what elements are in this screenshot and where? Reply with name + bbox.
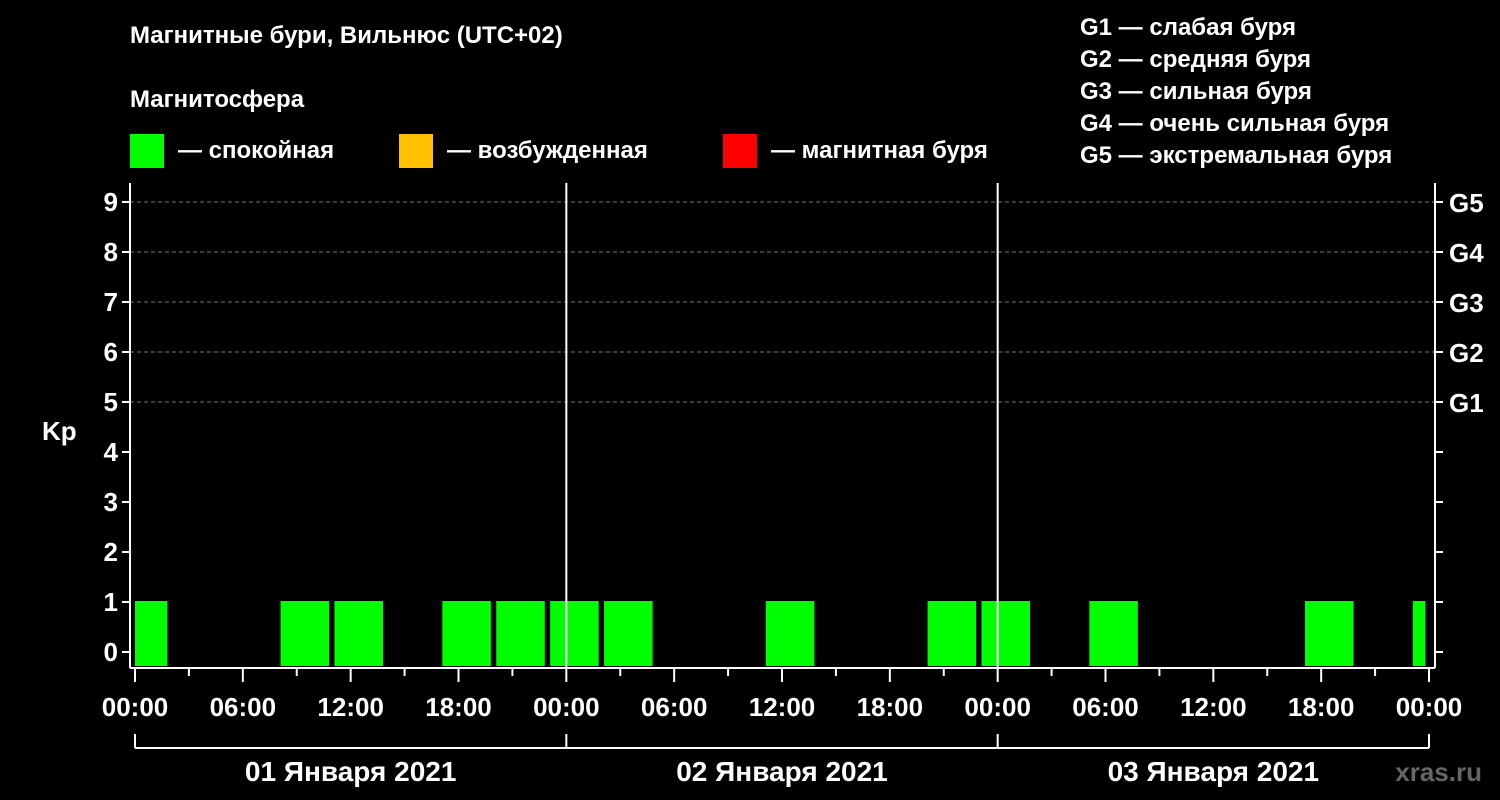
kp-bar <box>765 601 815 666</box>
y-tick-label: 0 <box>104 637 118 667</box>
x-tick-label: 06:00 <box>1072 692 1139 722</box>
y-tick-label: 7 <box>104 287 118 317</box>
y-tick-label: 2 <box>104 537 118 567</box>
y-tick-label: 5 <box>104 387 118 417</box>
kp-bar <box>1304 601 1354 666</box>
y-tick-label: 4 <box>104 437 119 467</box>
kp-bar <box>604 601 653 666</box>
kp-bar <box>334 601 384 666</box>
x-tick-label: 18:00 <box>857 692 924 722</box>
kp-bar <box>981 601 1031 666</box>
y-tick-label: 3 <box>104 487 118 517</box>
watermark: xras.ru <box>1395 757 1482 787</box>
x-tick-label: 12:00 <box>1180 692 1247 722</box>
x-tick-label: 12:00 <box>749 692 816 722</box>
bars-layer <box>135 601 1426 666</box>
x-tick-label: 12:00 <box>317 692 384 722</box>
y-tick-label: 9 <box>104 187 118 217</box>
y-tick-label: 8 <box>104 237 118 267</box>
g-level-label: G4 <box>1449 238 1484 268</box>
x-tick-label: 18:00 <box>1288 692 1355 722</box>
labels-layer: 0 1 2 3 4 5 6 7 8 9 G1 G2 G3 G4 G5 Kp 00:00 06:00 12:00 18:… <box>42 187 1484 787</box>
x-tick-label: 00:00 <box>1396 692 1463 722</box>
grid-layer <box>130 201 1435 403</box>
x-tick-label: 06:00 <box>210 692 277 722</box>
y-tick-label: 1 <box>104 587 118 617</box>
x-tick-label: 00:00 <box>102 692 169 722</box>
g-level-label: G1 <box>1449 388 1484 418</box>
day-label: 02 Января 2021 <box>676 756 888 787</box>
day-label: 01 Января 2021 <box>245 756 457 787</box>
x-tick-label: 00:00 <box>964 692 1031 722</box>
kp-bar <box>135 601 168 666</box>
kp-bar <box>927 601 977 666</box>
x-tick-label: 18:00 <box>425 692 492 722</box>
kp-bar <box>280 601 330 666</box>
y-axis-title: Kp <box>42 416 77 446</box>
x-tick-label: 06:00 <box>641 692 708 722</box>
g-level-label: G3 <box>1449 288 1484 318</box>
x-tick-label: 00:00 <box>533 692 600 722</box>
g-level-label: G5 <box>1449 188 1484 218</box>
day-label: 03 Января 2021 <box>1108 756 1320 787</box>
kp-bar <box>550 601 599 666</box>
kp-bar <box>1089 601 1138 666</box>
y-tick-label: 6 <box>104 337 118 367</box>
kp-bar <box>442 601 491 666</box>
kp-bar <box>496 601 545 666</box>
kp-chart: 0 1 2 3 4 5 6 7 8 9 G1 G2 G3 G4 G5 Kp 00:00 06:00 12:00 18:… <box>42 183 1484 787</box>
g-level-label: G2 <box>1449 338 1484 368</box>
kp-bar <box>1412 601 1426 666</box>
